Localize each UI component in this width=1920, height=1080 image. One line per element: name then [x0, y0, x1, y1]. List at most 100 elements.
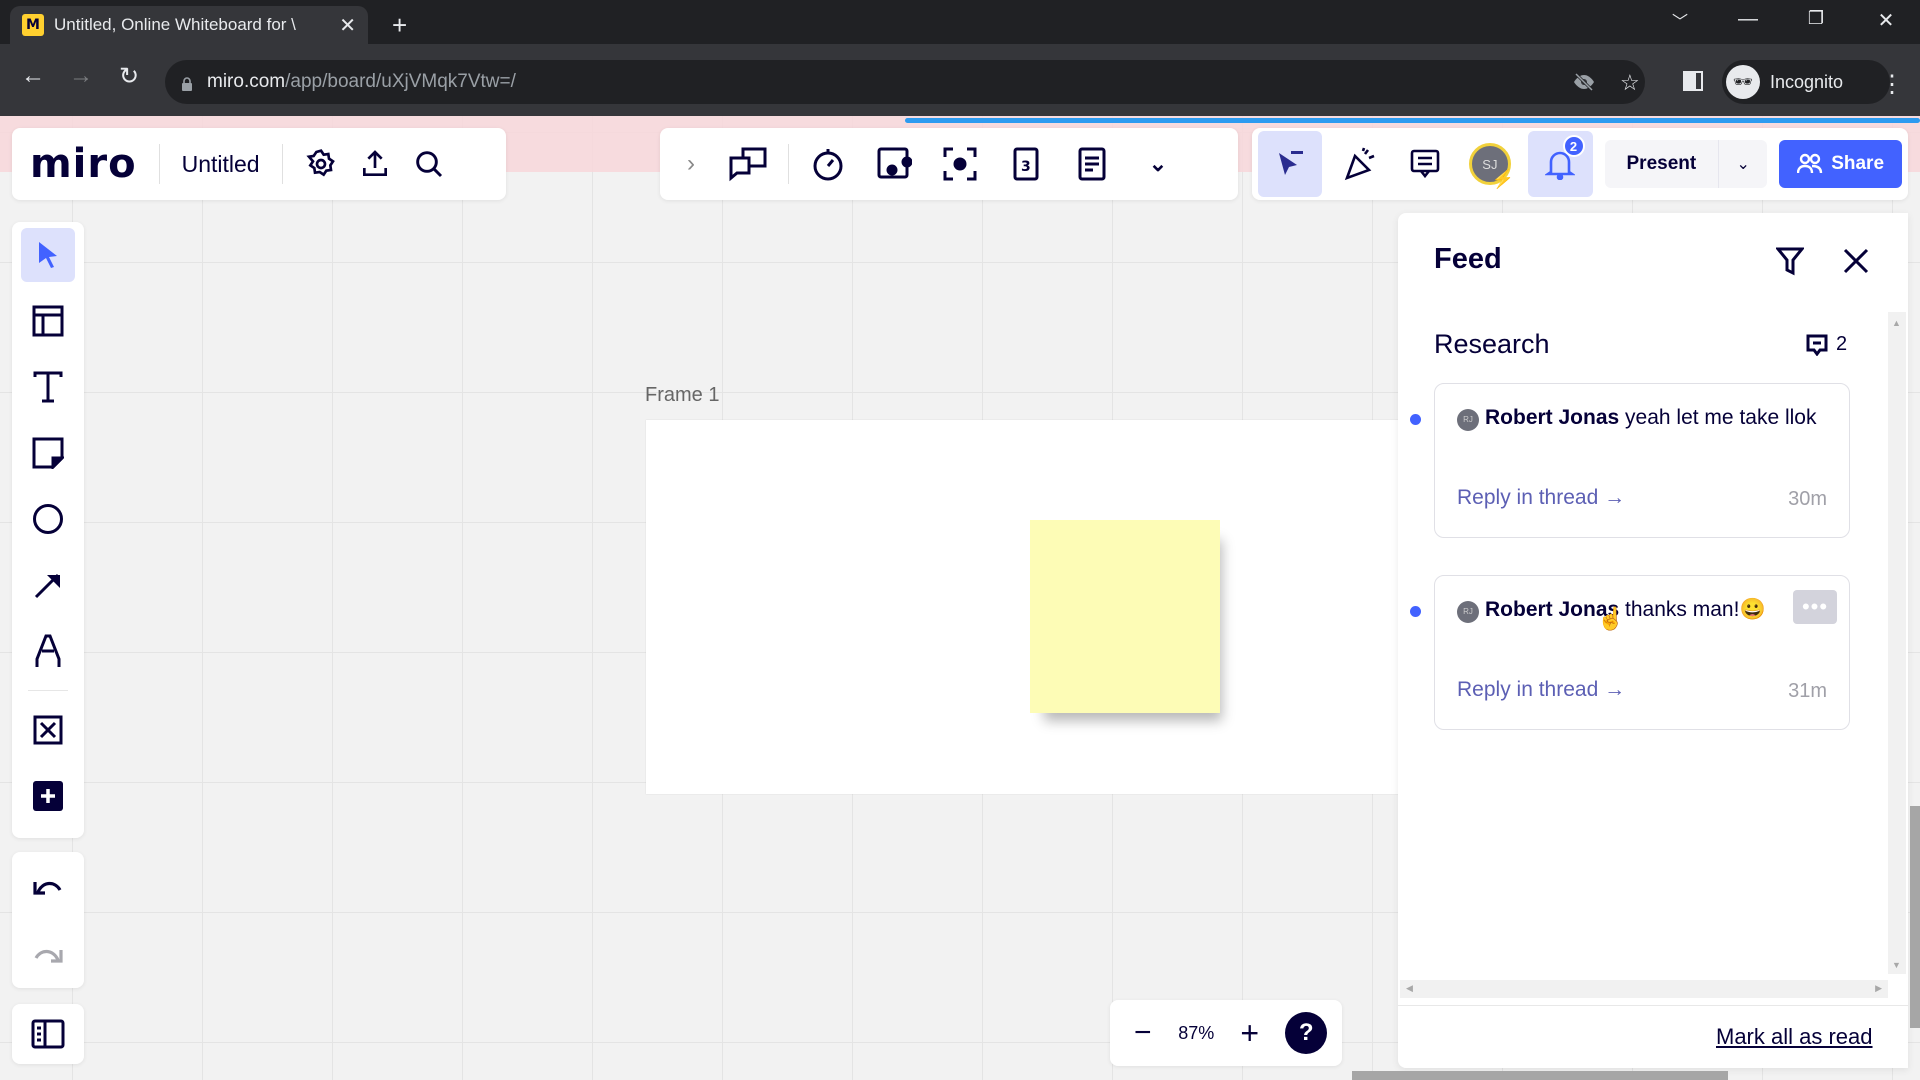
board-header-panel: miro Untitled [12, 128, 506, 200]
filter-icon[interactable] [1772, 243, 1808, 279]
miro-logo[interactable]: miro [30, 141, 137, 187]
incognito-profile-button[interactable]: 🕶 Incognito [1722, 60, 1890, 104]
bookmark-star-icon[interactable]: ☆ [1620, 70, 1640, 96]
undo-icon [33, 881, 62, 895]
connector-tool[interactable] [21, 558, 75, 612]
cursor-filter-icon[interactable] [1258, 131, 1323, 197]
author-name: Robert Jonas [1485, 406, 1620, 429]
redo-icon [34, 949, 63, 963]
present-button-group: Present ⌄ [1604, 140, 1768, 188]
scroll-down-icon[interactable]: ▼ [1892, 960, 1901, 970]
circle-shape-icon [33, 504, 63, 534]
pen-icon [35, 634, 61, 667]
feed-vertical-scrollbar[interactable]: ▲ ▼ [1888, 312, 1906, 974]
focus-spotlight-icon[interactable] [933, 137, 987, 191]
share-label: Share [1831, 153, 1885, 174]
scroll-left-icon[interactable]: ◀ [1406, 983, 1413, 994]
present-dropdown-chevron-icon[interactable]: ⌄ [1719, 154, 1767, 174]
text-tool[interactable] [21, 360, 75, 414]
notification-count-badge: 2 [1562, 135, 1585, 157]
divider [1398, 1005, 1908, 1006]
tab-search-chevron-icon[interactable]: ﹀ [1660, 8, 1700, 32]
side-panel-icon [31, 1019, 65, 1049]
undo-button[interactable] [21, 859, 75, 913]
close-tab-icon[interactable]: ✕ [339, 13, 356, 38]
celebrate-party-icon[interactable] [1334, 137, 1387, 191]
sticky-note[interactable] [1030, 520, 1220, 713]
divider [28, 690, 68, 691]
divider [281, 144, 283, 184]
voting-icon[interactable] [867, 137, 921, 191]
comment-message: yeah let me take llok [1625, 406, 1817, 429]
frame-label[interactable]: Frame 1 [645, 384, 719, 407]
more-options-button[interactable]: ••• [1793, 590, 1837, 624]
feed-item[interactable]: RJ Robert Jonas yeah let me take llok Rep… [1434, 383, 1850, 538]
canvas-horizontal-scrollbar[interactable] [1352, 1071, 1728, 1080]
zoom-level[interactable]: 87% [1178, 1023, 1214, 1044]
bolt-icon: ⚡ [1491, 169, 1514, 189]
notifications-bell-button[interactable]: 2 [1528, 131, 1593, 197]
present-button[interactable]: Present [1605, 140, 1720, 188]
close-icon[interactable] [1838, 243, 1874, 279]
zoom-out-minus-icon[interactable]: − [1125, 1016, 1161, 1050]
comments-list-icon[interactable] [1399, 137, 1452, 191]
comment-text: RJ Robert Jonas yeah let me take llok [1457, 404, 1817, 432]
close-window-icon[interactable]: ✕ [1866, 8, 1906, 33]
scroll-up-icon[interactable]: ▲ [1892, 318, 1901, 328]
board-panel-toggle[interactable] [12, 1004, 84, 1064]
sticky-note-tool[interactable] [21, 426, 75, 480]
comment-time: 30m [1788, 488, 1827, 510]
feed-title: Feed [1434, 243, 1502, 275]
feed-horizontal-scrollbar[interactable]: ◀ ▶ [1400, 980, 1888, 998]
board-name[interactable]: Untitled [182, 151, 260, 178]
reply-in-thread-link[interactable]: Reply in thread → [1457, 678, 1625, 702]
reply-in-thread-link[interactable]: Reply in thread → [1457, 486, 1625, 510]
shape-tool[interactable] [21, 492, 75, 546]
side-panel-icon[interactable] [1682, 70, 1704, 98]
eye-off-icon[interactable] [1572, 70, 1596, 100]
frame-tool[interactable] [21, 703, 75, 757]
layout-template-icon [32, 305, 64, 337]
incognito-label: Incognito [1770, 71, 1844, 92]
browser-menu-icon[interactable]: ⋮ [1880, 70, 1904, 99]
browser-tab[interactable]: M Untitled, Online Whiteboard for \ ✕ [10, 6, 368, 44]
url-input[interactable]: miro.com/app/board/uXjVMqk7Vtw=/ [165, 60, 1645, 104]
timer-icon[interactable] [801, 137, 855, 191]
tab-title: Untitled, Online Whiteboard for \ [54, 15, 296, 34]
scroll-right-icon[interactable]: ▶ [1875, 983, 1882, 994]
feed-item[interactable]: RJ Robert Jonas thanks man!😀 ••• Reply in… [1434, 575, 1850, 730]
mark-all-as-read-link[interactable]: Mark all as read [1716, 1024, 1873, 1050]
top-right-toolbar: SJ ⚡ 2 Present ⌄ Share [1252, 128, 1908, 200]
templates-tool[interactable] [21, 294, 75, 348]
new-tab-button[interactable]: + [392, 10, 407, 41]
card-deck-icon[interactable]: 3 [999, 137, 1053, 191]
help-question-icon[interactable]: ? [1285, 1012, 1328, 1054]
comments-chat-icon[interactable] [722, 137, 776, 191]
comment-message: thanks man!😀 [1625, 598, 1766, 621]
zoom-in-plus-icon[interactable]: + [1232, 1015, 1268, 1052]
share-button[interactable]: Share [1779, 140, 1903, 188]
search-icon[interactable] [413, 148, 445, 180]
settings-gear-icon[interactable] [305, 148, 337, 180]
reload-icon[interactable]: ↻ [114, 62, 144, 91]
back-arrow-icon[interactable]: ← [18, 62, 48, 90]
frame[interactable] [646, 420, 1406, 794]
notes-document-icon[interactable] [1065, 137, 1119, 191]
restore-icon[interactable]: ❐ [1796, 8, 1836, 29]
pen-tool[interactable] [21, 624, 75, 678]
forward-arrow-icon[interactable]: → [66, 62, 96, 90]
more-apps-button[interactable] [21, 769, 75, 823]
plus-square-icon [33, 781, 63, 811]
feed-section-title[interactable]: Research [1434, 329, 1550, 360]
select-tool[interactable] [21, 228, 75, 282]
author-avatar: RJ [1457, 409, 1479, 431]
more-tools-chevrons-icon[interactable]: ⌄ [1131, 137, 1185, 191]
user-avatar[interactable]: SJ ⚡ [1464, 137, 1517, 191]
hand-cursor-icon: ☝ [1597, 606, 1625, 631]
svg-text:3: 3 [1021, 159, 1031, 175]
export-upload-icon[interactable] [359, 148, 391, 180]
canvas-vertical-scrollbar[interactable] [1910, 806, 1920, 1028]
redo-button[interactable] [21, 927, 75, 981]
minimize-icon[interactable]: — [1728, 8, 1768, 31]
expand-chevron-icon[interactable]: › [672, 137, 710, 191]
